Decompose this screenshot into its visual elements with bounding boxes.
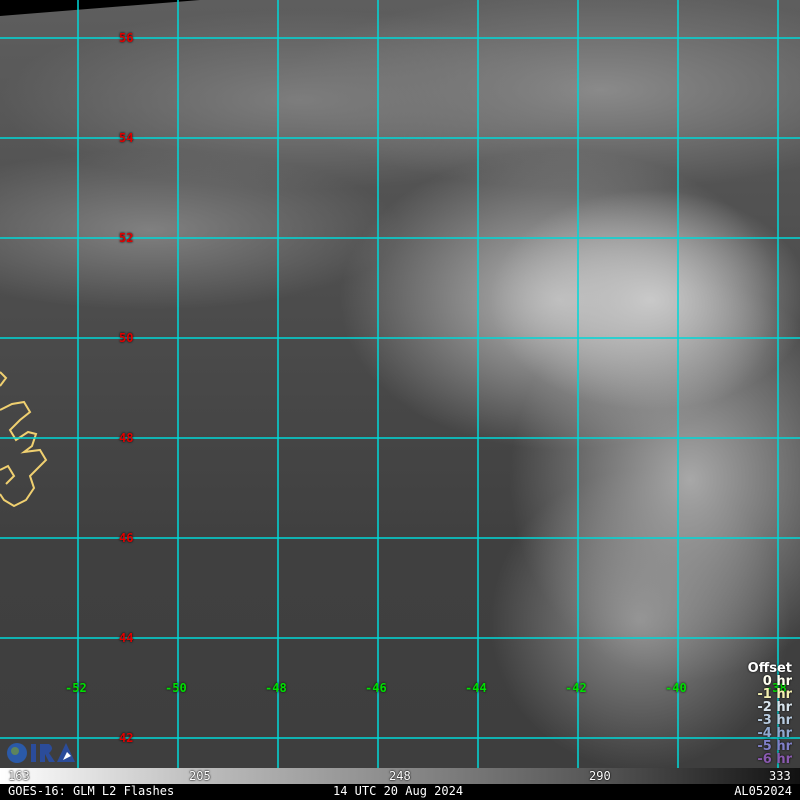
- lat-label: 46: [119, 531, 134, 545]
- lon-label: -50: [165, 681, 187, 695]
- lat-label: 44: [119, 631, 134, 645]
- lon-label: -46: [365, 681, 387, 695]
- lon-label: -48: [265, 681, 287, 695]
- lat-label: 48: [119, 431, 134, 445]
- lon-label: -40: [665, 681, 687, 695]
- lat-label: 56: [119, 31, 134, 45]
- offset-legend: Offset 0 hr -1 hr -2 hr -3 hr -4 hr -5 h…: [748, 662, 792, 766]
- lon-label: -44: [465, 681, 487, 695]
- colorbar-tick: 333: [769, 769, 791, 783]
- satellite-viewer: 56 54 52 50 48 46 44 42 -52 -50 -48 -46 …: [0, 0, 800, 800]
- colorbar-tick: 248: [389, 769, 411, 783]
- lat-label: 42: [119, 731, 134, 745]
- lon-label: -52: [65, 681, 87, 695]
- lat-label: 52: [119, 231, 134, 245]
- cira-logo: [7, 743, 75, 763]
- product-name: GOES-16: GLM L2 Flashes: [8, 784, 175, 798]
- lat-lon-grid: [0, 0, 800, 768]
- storm-id: AL052024: [734, 784, 792, 798]
- map-overlay: [0, 0, 800, 768]
- newfoundland-coastline: [0, 371, 48, 508]
- colorbar-tick: 290: [589, 769, 611, 783]
- legend-item: -6 hr: [757, 752, 792, 767]
- lat-label: 54: [119, 131, 134, 145]
- footer-bar: GOES-16: GLM L2 Flashes 14 UTC 20 Aug 20…: [0, 784, 800, 800]
- colorbar-tick: 205: [189, 769, 211, 783]
- lon-label: -42: [565, 681, 587, 695]
- colorbar-tick: 163: [8, 769, 30, 783]
- timestamp: 14 UTC 20 Aug 2024: [333, 784, 464, 798]
- lat-label: 50: [119, 331, 134, 345]
